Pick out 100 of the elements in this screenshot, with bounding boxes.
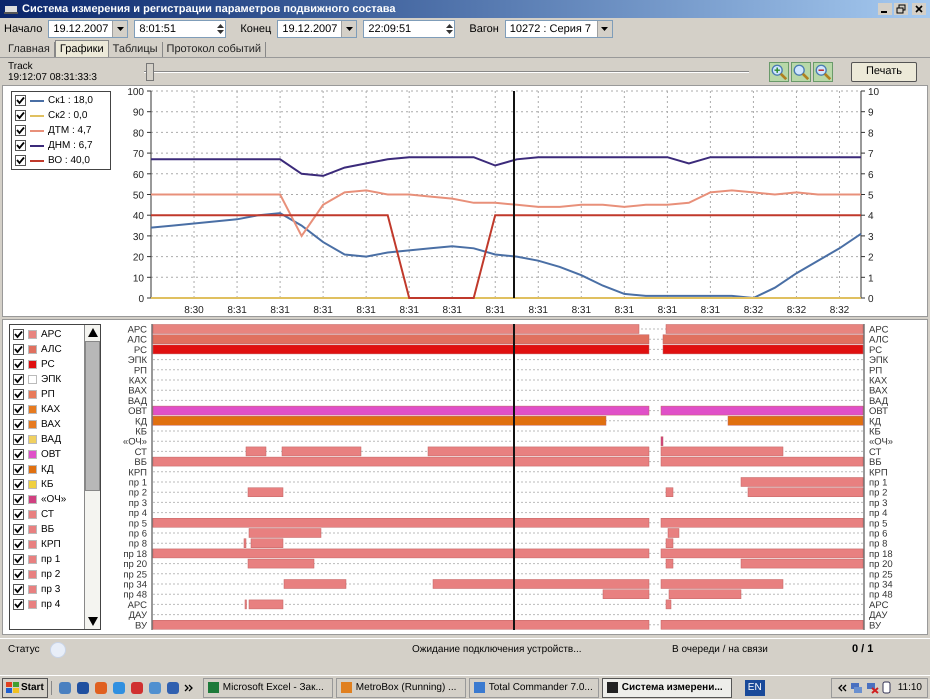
start-button[interactable]: Start <box>2 678 48 698</box>
checkbox[interactable] <box>13 329 24 340</box>
checkbox[interactable] <box>13 539 24 550</box>
quick-launch-icon[interactable] <box>166 680 180 694</box>
zoom-in-icon[interactable] <box>769 62 789 82</box>
signal-name: РП <box>41 388 55 402</box>
checkbox[interactable] <box>13 359 24 370</box>
signal-list-item[interactable]: РП <box>13 387 84 402</box>
signal-list-item[interactable]: ВБ <box>13 522 84 537</box>
signal-list-item[interactable]: пр 4 <box>13 597 84 612</box>
signal-list-item[interactable]: КРП <box>13 537 84 552</box>
track-slider[interactable] <box>144 62 749 80</box>
restore-icon[interactable] <box>894 3 908 15</box>
time-spin-field[interactable]: 22:09:51 <box>363 20 456 38</box>
x-tick-label: 8:30 <box>184 305 204 316</box>
signal-label: пр 5 <box>869 518 888 530</box>
checkbox[interactable] <box>13 374 24 385</box>
signal-list-item[interactable]: КБ <box>13 477 84 492</box>
checkbox[interactable] <box>13 554 24 565</box>
network-error-icon[interactable] <box>866 681 879 694</box>
device-icon[interactable] <box>882 681 891 694</box>
signal-list-item[interactable]: АЛС <box>13 342 84 357</box>
checkbox[interactable] <box>13 599 24 610</box>
quick-launch-icon[interactable] <box>76 680 90 694</box>
signal-list-item[interactable]: пр 3 <box>13 582 84 597</box>
checkbox[interactable] <box>15 110 26 121</box>
zoom-out-icon[interactable] <box>813 62 833 82</box>
signal-list-item[interactable]: ЭПК <box>13 372 84 387</box>
tab[interactable]: Протокол событий <box>162 42 266 57</box>
signal-label: КБ <box>869 426 881 438</box>
taskbar-button[interactable]: Total Commander 7.0... <box>468 678 599 698</box>
checkbox[interactable] <box>13 509 24 520</box>
signal-label: РП <box>134 365 147 376</box>
checkbox[interactable] <box>13 464 24 475</box>
signal-list-item[interactable]: КАХ <box>13 402 84 417</box>
caret-down-icon <box>346 27 353 31</box>
checkbox[interactable] <box>13 494 24 505</box>
checkbox[interactable] <box>13 404 24 415</box>
x-tick-label: 8:31 <box>486 305 505 316</box>
tab[interactable]: Таблицы <box>108 42 163 57</box>
checkbox[interactable] <box>15 155 26 166</box>
signal-label: АРС <box>128 600 147 611</box>
signal-list-item[interactable]: ВАХ <box>13 417 84 432</box>
signal-name: пр 2 <box>41 568 60 582</box>
y-tick-label: 90 <box>132 108 144 119</box>
taskbar-button[interactable]: MetroBox (Running) ... <box>336 678 466 698</box>
signal-list-item[interactable]: РС <box>13 357 84 372</box>
quick-launch-icon[interactable] <box>58 680 72 694</box>
taskbar-button[interactable]: Система измерени... <box>602 678 732 698</box>
x-tick-label: 8:31 <box>442 305 462 316</box>
checkbox[interactable] <box>15 140 26 151</box>
signal-list-item[interactable]: ВАД <box>13 432 84 447</box>
language-indicator[interactable]: EN <box>744 680 765 696</box>
x-tick-label: 8:31 <box>356 305 376 316</box>
signal-list-item[interactable]: СТ <box>13 507 84 522</box>
checkbox[interactable] <box>13 569 24 580</box>
app-icon <box>340 681 353 694</box>
signal-list-item[interactable]: АРС <box>13 327 84 342</box>
signal-bar <box>666 487 674 497</box>
signal-label: пр 20 <box>869 559 893 570</box>
y-tick-label: 3 <box>868 232 874 243</box>
signal-name: КАХ <box>41 403 60 417</box>
car-combobox[interactable]: 10272 : Серия 7 <box>504 20 613 38</box>
tab[interactable]: Графики <box>54 40 109 57</box>
end-date-combobox[interactable]: 19.12.2007 <box>277 20 358 38</box>
checkbox[interactable] <box>13 344 24 355</box>
y-tick-label: 10 <box>132 273 144 284</box>
start-date-combobox[interactable]: 19.12.2007 <box>48 20 128 38</box>
checkbox[interactable] <box>13 449 24 460</box>
print-button[interactable]: Печать <box>851 62 917 82</box>
signal-list-item[interactable]: КД <box>13 462 84 477</box>
signal-label: ВАХ <box>128 386 147 397</box>
x-tick-label: 8:31 <box>227 305 247 316</box>
signal-list-item[interactable]: пр 1 <box>13 552 84 567</box>
signal-list-item[interactable]: «ОЧ» <box>13 492 84 507</box>
quick-launch-icon[interactable] <box>130 680 144 694</box>
signal-list-item[interactable]: пр 2 <box>13 567 84 582</box>
checkbox[interactable] <box>13 419 24 430</box>
time-spin-field[interactable]: 8:01:51 <box>134 20 226 38</box>
scroll-thumb[interactable] <box>85 341 100 491</box>
checkbox[interactable] <box>13 479 24 490</box>
taskbar-button[interactable]: Microsoft Excel - Зак... <box>202 678 333 698</box>
checkbox[interactable] <box>13 389 24 400</box>
checkbox[interactable] <box>13 584 24 595</box>
app-icon <box>472 681 486 694</box>
slider-thumb[interactable] <box>146 62 154 80</box>
checkbox[interactable] <box>13 524 24 535</box>
checkbox[interactable] <box>13 434 24 445</box>
checkbox[interactable] <box>15 125 26 136</box>
scrollbar[interactable] <box>84 325 100 629</box>
signal-label: ВБ <box>869 457 882 468</box>
signal-list-item[interactable]: ОВТ <box>13 447 84 462</box>
y-tick-label: 10 <box>868 87 880 98</box>
close-icon[interactable] <box>912 3 926 15</box>
queue-label: В очереди / на связи <box>672 643 769 657</box>
checkbox[interactable] <box>15 95 26 106</box>
zoom-icon[interactable] <box>791 62 811 82</box>
minimize-icon[interactable] <box>878 3 892 15</box>
app-icon <box>606 681 619 694</box>
signal-label: ОВТ <box>869 406 888 418</box>
